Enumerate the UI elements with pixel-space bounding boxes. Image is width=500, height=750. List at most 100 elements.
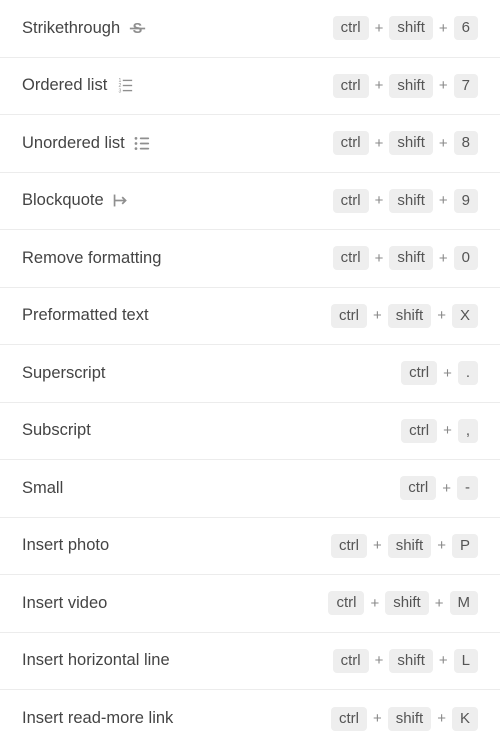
plus-separator: + [369, 595, 380, 612]
shortcut-label-wrap: Small [22, 479, 63, 498]
shortcut-label: Ordered list [22, 76, 107, 95]
shortcut-row-remove-formatting: Remove formattingctrl+shift+0 [0, 230, 500, 288]
kbd-key: 0 [454, 246, 478, 270]
shortcut-keys: ctrl+- [400, 476, 478, 500]
plus-separator: + [434, 595, 445, 612]
kbd-key: M [450, 591, 479, 615]
plus-separator: + [438, 77, 449, 94]
shortcut-keys: ctrl+shift+9 [333, 189, 478, 213]
shortcut-label: Blockquote [22, 191, 104, 210]
kbd-key: 6 [454, 16, 478, 40]
plus-separator: + [442, 422, 453, 439]
kbd-key: shift [389, 131, 433, 155]
kbd-key: shift [388, 707, 432, 731]
shortcut-label-wrap: Insert photo [22, 536, 109, 555]
shortcut-row-superscript: Superscript ctrl+. [0, 345, 500, 403]
plus-separator: + [438, 20, 449, 37]
shortcut-label-wrap: Blockquote [22, 191, 130, 210]
strikethrough-icon: S [128, 19, 146, 37]
kbd-key: ctrl [331, 534, 367, 558]
shortcut-list: StrikethroughSctrl+shift+6Ordered list12… [0, 0, 500, 748]
plus-separator: + [374, 20, 385, 37]
plus-separator: + [374, 652, 385, 669]
shortcut-label: Small [22, 479, 63, 498]
kbd-key: shift [385, 591, 429, 615]
shortcut-row-ordered-list: Ordered list123ctrl+shift+7 [0, 58, 500, 116]
plus-separator: + [372, 710, 383, 727]
shortcut-label-wrap: Strikethrough S [22, 19, 146, 38]
shortcut-keys: ctrl+shift+P [331, 534, 478, 558]
kbd-key: ctrl [331, 304, 367, 328]
shortcut-label: Subscript [22, 421, 91, 440]
shortcut-label: Insert horizontal line [22, 651, 170, 670]
shortcut-row-blockquote: Blockquotectrl+shift+9 [0, 173, 500, 231]
kbd-key: ctrl [333, 131, 369, 155]
plus-separator: + [442, 365, 453, 382]
shortcut-row-insert-video: Insert video ctrl + shift + M [0, 575, 500, 633]
shortcut-row-insert-photo: Insert photoctrl+shift+P [0, 518, 500, 576]
plus-separator: + [374, 192, 385, 209]
shortcut-label-wrap: Unordered list [22, 134, 151, 153]
plus-separator: + [441, 480, 452, 497]
kbd-key: shift [389, 189, 433, 213]
shortcut-row-strikethrough: StrikethroughSctrl+shift+6 [0, 0, 500, 58]
plus-separator: + [372, 537, 383, 554]
shortcut-keys: ctrl+shift+6 [333, 16, 478, 40]
kbd-key: ctrl [333, 74, 369, 98]
shortcut-keys: ctrl+shift+X [331, 304, 478, 328]
shortcut-label-wrap: Ordered list 123 [22, 76, 133, 95]
shortcut-label-wrap: Insert read-more link [22, 709, 173, 728]
kbd-key: shift [388, 304, 432, 328]
shortcut-keys: ctrl+shift+7 [333, 74, 478, 98]
blockquote-icon [112, 192, 130, 210]
shortcut-label-wrap: Insert horizontal line [22, 651, 170, 670]
shortcut-row-insert-readmore: Insert read-more linkctrl+shift+K [0, 690, 500, 748]
kbd-key: 7 [454, 74, 478, 98]
kbd-key: 8 [454, 131, 478, 155]
shortcut-row-insert-hr: Insert horizontal linectrl+shift+L [0, 633, 500, 691]
kbd-key: ctrl [328, 591, 364, 615]
shortcut-label: Superscript [22, 364, 105, 383]
shortcut-label-wrap: Subscript [22, 421, 91, 440]
kbd-key: ctrl [333, 246, 369, 270]
shortcut-label-wrap: Preformatted text [22, 306, 149, 325]
shortcut-label-wrap: Superscript [22, 364, 105, 383]
plus-separator: + [438, 652, 449, 669]
plus-separator: + [438, 135, 449, 152]
kbd-key: shift [388, 534, 432, 558]
kbd-key: K [452, 707, 478, 731]
shortcut-keys: ctrl+shift+0 [333, 246, 478, 270]
shortcut-label: Insert read-more link [22, 709, 173, 728]
shortcut-label-wrap: Insert video [22, 594, 107, 613]
shortcut-label: Remove formatting [22, 249, 161, 268]
shortcut-label: Preformatted text [22, 306, 149, 325]
kbd-key: shift [389, 74, 433, 98]
kbd-key: L [454, 649, 478, 673]
shortcut-keys: ctrl+, [401, 419, 478, 443]
kbd-key: ctrl [333, 16, 369, 40]
shortcut-label: Strikethrough [22, 19, 120, 38]
kbd-key: ctrl [400, 476, 436, 500]
kbd-key: ctrl [333, 189, 369, 213]
shortcut-label: Insert video [22, 594, 107, 613]
shortcut-label: Insert photo [22, 536, 109, 555]
plus-separator: + [436, 710, 447, 727]
kbd-key: ctrl [333, 649, 369, 673]
ordered-list-icon: 123 [115, 77, 133, 95]
shortcut-row-small: Smallctrl+- [0, 460, 500, 518]
shortcut-keys: ctrl + shift + M [328, 591, 478, 615]
shortcut-keys: ctrl+. [401, 361, 478, 385]
kbd-key: P [452, 534, 478, 558]
kbd-key: X [452, 304, 478, 328]
shortcut-row-unordered-list: Unordered listctrl+shift+8 [0, 115, 500, 173]
shortcut-label-wrap: Remove formatting [22, 249, 161, 268]
plus-separator: + [374, 135, 385, 152]
plus-separator: + [438, 192, 449, 209]
plus-separator: + [374, 250, 385, 267]
shortcut-keys: ctrl+shift+K [331, 707, 478, 731]
kbd-key: shift [389, 246, 433, 270]
plus-separator: + [438, 250, 449, 267]
svg-text:3: 3 [118, 89, 121, 95]
plus-separator: + [436, 307, 447, 324]
plus-separator: + [374, 77, 385, 94]
